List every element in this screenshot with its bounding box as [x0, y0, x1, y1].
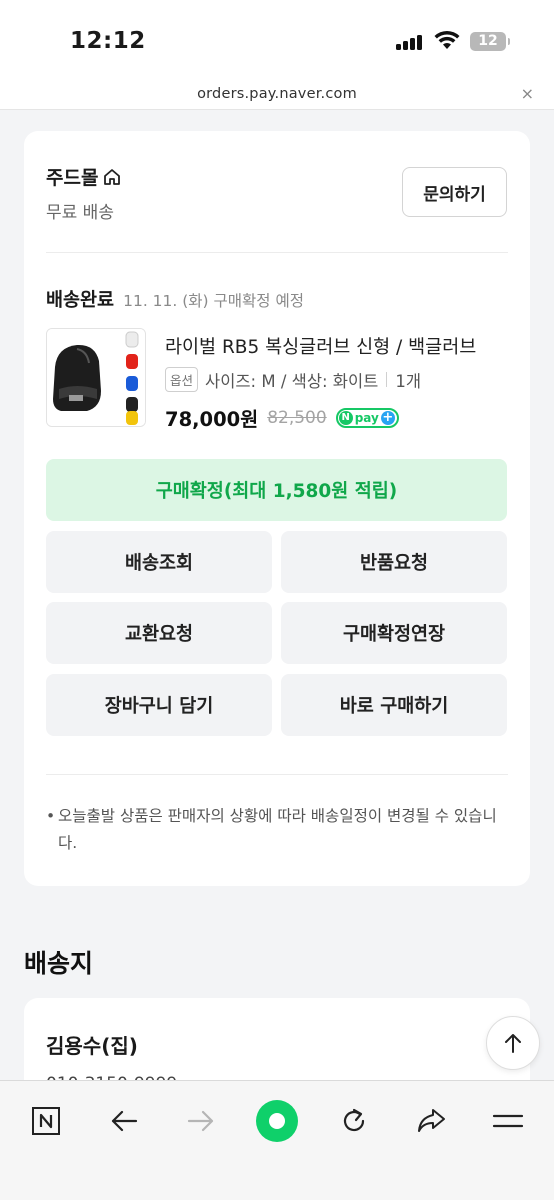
naver-home-button[interactable] — [24, 1099, 68, 1143]
npay-label: pay — [354, 410, 379, 425]
inquiry-button[interactable]: 문의하기 — [402, 167, 507, 217]
option-text: 사이즈: M / 색상: 화이트 — [205, 371, 379, 391]
price-line: 78,000원 82,500 N pay + — [165, 403, 399, 432]
battery-indicator: 12 — [470, 32, 510, 51]
notice-text: 오늘출발 상품은 판매자의 상황에 따라 배송일정이 변경될 수 있습니다. — [58, 807, 497, 852]
forward-button[interactable] — [179, 1099, 223, 1143]
shipping-notice: • 오늘출발 상품은 판매자의 상황에 따라 배송일정이 변경될 수 있습니다. — [46, 803, 508, 857]
product-thumbnail[interactable] — [46, 328, 146, 427]
share-icon — [418, 1109, 445, 1132]
refresh-icon — [343, 1108, 365, 1132]
return-request-button[interactable]: 반품요청 — [281, 531, 507, 593]
share-button[interactable] — [409, 1099, 453, 1143]
price: 78,000원 — [165, 408, 259, 431]
clock: 12:12 — [70, 28, 146, 54]
menu-button[interactable] — [486, 1099, 530, 1143]
naver-n-icon — [32, 1107, 60, 1135]
product-name[interactable]: 라이벌 RB5 복싱글러브 신형 / 백글러브 — [165, 333, 476, 359]
track-delivery-button[interactable]: 배송조회 — [46, 531, 272, 593]
product-option: 옵션 사이즈: M / 색상: 화이트 1개 — [165, 367, 421, 392]
menu-icon — [492, 1114, 524, 1128]
quantity: 1개 — [395, 371, 422, 391]
signal-icon — [396, 34, 422, 50]
shipping-fee: 무료 배송 — [46, 203, 114, 223]
delivery-status: 배송완료 11. 11. (화) 구매확정 예정 — [46, 286, 304, 312]
recipient-name: 김용수(집) — [46, 1034, 138, 1058]
store-name[interactable]: 주드몰 — [46, 163, 98, 190]
npay-logo: N pay + — [335, 407, 399, 428]
original-price: 82,500 — [267, 407, 327, 428]
wifi-icon — [434, 30, 460, 49]
section-title-shipping: 배송지 — [24, 949, 94, 978]
green-dot-button[interactable] — [255, 1099, 299, 1143]
separator — [386, 372, 388, 387]
delivery-status-label: 배송완료 — [46, 290, 115, 311]
store-header[interactable]: 주드몰 — [46, 163, 122, 190]
status-bar: 12:12 12 — [0, 0, 554, 80]
divider — [46, 774, 508, 775]
forward-arrow-icon — [187, 1110, 214, 1132]
order-card: 주드몰 무료 배송 문의하기 배송완료 11. 11. (화) 구매확정 예정 … — [24, 131, 530, 886]
divider — [46, 252, 508, 253]
url-text: orders.pay.naver.com — [197, 86, 357, 102]
buy-now-button[interactable]: 바로 구매하기 — [281, 674, 507, 736]
browser-toolbar — [0, 1080, 554, 1200]
back-arrow-icon — [111, 1110, 138, 1132]
refresh-button[interactable] — [332, 1099, 376, 1143]
add-to-cart-button[interactable]: 장바구니 담기 — [46, 674, 272, 736]
green-dot-icon — [256, 1100, 298, 1142]
url-bar[interactable]: orders.pay.naver.com × — [0, 80, 554, 110]
close-icon[interactable]: × — [521, 84, 534, 103]
scroll-top-button[interactable] — [486, 1016, 540, 1070]
back-button[interactable] — [102, 1099, 146, 1143]
option-badge: 옵션 — [165, 367, 199, 392]
extend-confirm-button[interactable]: 구매확정연장 — [281, 602, 507, 664]
home-icon[interactable] — [102, 167, 122, 187]
exchange-request-button[interactable]: 교환요청 — [46, 602, 272, 664]
scroll-top-icon — [505, 1034, 521, 1053]
confirm-date: 11. 11. (화) 구매확정 예정 — [123, 292, 305, 310]
purchase-confirm-button[interactable]: 구매확정(최대 1,580원 적립) — [46, 459, 507, 521]
